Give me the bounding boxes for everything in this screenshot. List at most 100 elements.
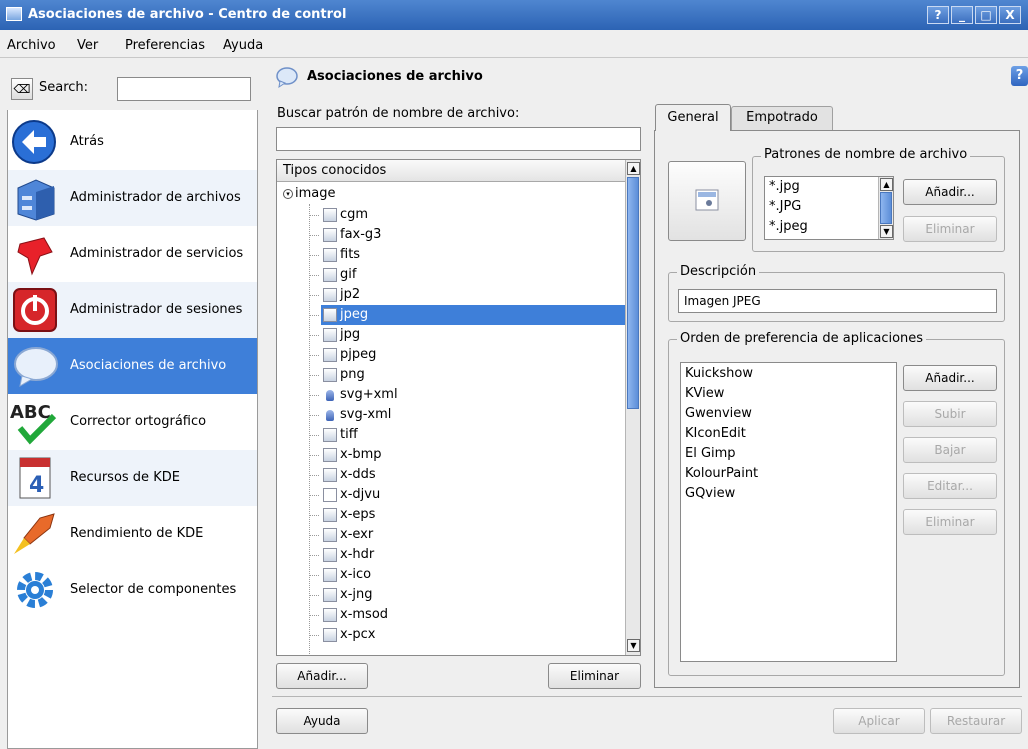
tree-item-label: x-djvu [340, 487, 381, 502]
patterns-scrollbar[interactable]: ▲ ▼ [878, 177, 893, 239]
tree-connector [309, 595, 319, 597]
scroll-down-icon[interactable]: ▼ [880, 225, 893, 238]
image-file-icon [323, 308, 337, 322]
calendar-icon: 4 [19, 457, 51, 499]
tree-item[interactable]: x-msod [277, 605, 625, 625]
rocket-icon [14, 513, 55, 554]
applications-group-title: Orden de preferencia de aplicaciones [677, 331, 927, 346]
scroll-thumb[interactable] [627, 177, 639, 409]
svg-file-icon [323, 388, 337, 402]
tree-item[interactable]: svg-xml [277, 405, 625, 425]
tree-item[interactable]: x-pcx [277, 625, 625, 645]
add-pattern-button[interactable]: Añadir... [903, 179, 997, 205]
tree-connector [309, 215, 319, 217]
sidebar-item-recursos-kde[interactable]: 4 Recursos de KDE [8, 450, 257, 506]
application-item[interactable]: KolourPaint [685, 464, 758, 484]
remove-type-button[interactable]: Eliminar [548, 663, 641, 689]
sidebar-item-atras[interactable]: Atrás [8, 114, 257, 170]
sidebar-item-rendimiento-kde[interactable]: Rendimiento de KDE [8, 506, 257, 562]
pattern-search-input[interactable] [276, 127, 641, 151]
tree-connector [309, 535, 319, 537]
collapse-toggle-icon[interactable]: ▾ [283, 189, 293, 199]
tree-item[interactable]: cgm [277, 205, 625, 225]
sidebar-item-selector-componentes[interactable]: Selector de componentes [8, 562, 257, 618]
sidebar-search-input[interactable] [117, 77, 251, 101]
image-file-icon [323, 608, 337, 622]
help-window-button[interactable]: ? [927, 6, 949, 24]
tree-item[interactable]: x-ico [277, 565, 625, 585]
scroll-up-icon[interactable]: ▲ [880, 178, 893, 191]
application-item[interactable]: Gwenview [685, 404, 752, 424]
tree-item[interactable]: x-eps [277, 505, 625, 525]
sidebar-item-administrador-archivos[interactable]: Administrador de archivos [8, 170, 257, 226]
menu-preferencias[interactable]: Preferencias [125, 38, 205, 53]
remove-pattern-button[interactable]: Eliminar [903, 216, 997, 242]
tree-item[interactable]: tiff [277, 425, 625, 445]
help-button[interactable]: Ayuda [276, 708, 368, 734]
maximize-button[interactable]: □ [975, 6, 997, 24]
menu-archivo[interactable]: Archivo [7, 38, 56, 53]
application-item[interactable]: KView [685, 384, 724, 404]
tree-item[interactable]: x-djvu [277, 485, 625, 505]
menu-ver[interactable]: Ver [77, 38, 98, 53]
tree-item[interactable]: fits [277, 245, 625, 265]
move-down-button[interactable]: Bajar [903, 437, 997, 463]
tree-item[interactable]: fax-g3 [277, 225, 625, 245]
pattern-item[interactable]: *.jpg [769, 177, 800, 197]
description-input[interactable]: Imagen JPEG [678, 289, 997, 313]
tree-item[interactable]: jpeg [309, 305, 625, 325]
tree-item[interactable]: x-dds [277, 465, 625, 485]
sidebar-item-administrador-servicios[interactable]: Administrador de servicios [8, 226, 257, 282]
scroll-down-icon[interactable]: ▼ [627, 639, 640, 652]
sidebar-item-asociaciones-archivo[interactable]: Asociaciones de archivo [8, 338, 257, 394]
tree-item[interactable]: jpg [277, 325, 625, 345]
application-item[interactable]: El Gimp [685, 444, 736, 464]
applications-list: Kuickshow KView Gwenview KIconEdit El Gi… [680, 362, 897, 662]
sidebar-item-corrector-ortografico[interactable]: ABC Corrector ortográfico [8, 394, 257, 450]
pattern-item[interactable]: *.JPG [769, 197, 801, 217]
add-application-button[interactable]: Añadir... [903, 365, 997, 391]
apply-button[interactable]: Aplicar [833, 708, 925, 734]
pattern-item[interactable]: *.jpeg [769, 217, 808, 237]
tree-item[interactable]: svg+xml [277, 385, 625, 405]
move-up-button[interactable]: Subir [903, 401, 997, 427]
restore-button[interactable]: Restaurar [930, 708, 1022, 734]
scroll-thumb[interactable] [880, 192, 892, 224]
help-icon[interactable]: ? [1011, 66, 1028, 86]
patterns-list: *.jpg *.JPG *.jpeg ▲ ▼ [764, 176, 894, 240]
edit-application-button[interactable]: Editar... [903, 473, 997, 499]
sidebar-search-row: ⌫ Search: [7, 66, 258, 110]
tree-scrollbar[interactable]: ▲ ▼ [625, 160, 640, 655]
sidebar-item-administrador-sesiones[interactable]: Administrador de sesiones [8, 282, 257, 338]
image-file-icon [323, 508, 337, 522]
tree-column-header[interactable]: Tipos conocidos [277, 160, 625, 182]
mime-icon-button[interactable] [668, 161, 746, 241]
tab-empotrado[interactable]: Empotrado [731, 106, 833, 130]
minimize-button[interactable]: _ [951, 6, 973, 24]
scroll-up-icon[interactable]: ▲ [627, 162, 640, 175]
tree-item[interactable]: gif [277, 265, 625, 285]
tree-connector [309, 275, 319, 277]
tree-item-label: x-msod [340, 607, 389, 622]
tree-item[interactable]: jp2 [277, 285, 625, 305]
tree-item[interactable]: x-hdr [277, 545, 625, 565]
tree-connector [309, 315, 319, 317]
application-item[interactable]: GQview [685, 484, 735, 504]
close-button[interactable]: X [999, 6, 1021, 24]
tree-item[interactable]: x-bmp [277, 445, 625, 465]
tree-item-label: x-dds [340, 467, 376, 482]
tree-item[interactable]: x-exr [277, 525, 625, 545]
application-item[interactable]: Kuickshow [685, 364, 753, 384]
clear-search-icon[interactable]: ⌫ [11, 78, 33, 100]
remove-application-button[interactable]: Eliminar [903, 509, 997, 535]
tree-item[interactable]: pjpeg [277, 345, 625, 365]
menu-ayuda[interactable]: Ayuda [223, 38, 263, 53]
tree-item-label: x-hdr [340, 547, 375, 562]
tree-item[interactable]: x-jng [277, 585, 625, 605]
tab-general[interactable]: General [655, 104, 731, 131]
tree-item[interactable]: png [277, 365, 625, 385]
tree-item-label: x-bmp [340, 447, 382, 462]
application-item[interactable]: KIconEdit [685, 424, 746, 444]
add-type-button[interactable]: Añadir... [276, 663, 368, 689]
tree-root-image[interactable]: image [295, 184, 336, 204]
